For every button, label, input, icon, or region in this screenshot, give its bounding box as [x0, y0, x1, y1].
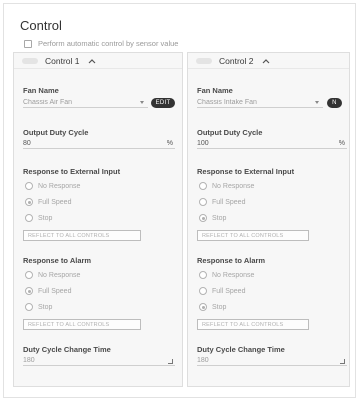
control-1-toggle-pill[interactable]: [22, 57, 38, 64]
chevron-up-icon[interactable]: [87, 56, 97, 66]
radio-circle-selected[interactable]: [199, 303, 207, 311]
edit-badge-button[interactable]: EDIT: [151, 98, 175, 108]
duty-change-time-input[interactable]: 180: [197, 355, 347, 366]
chevron-up-icon[interactable]: [261, 56, 271, 66]
radio-label: No Response: [212, 271, 255, 279]
radio-label: Full Speed: [38, 287, 72, 295]
output-duty-value: 100: [197, 139, 209, 147]
external-radio-stop[interactable]: Stop: [199, 214, 226, 222]
external-radio-no-response[interactable]: No Response: [25, 182, 80, 190]
auto-control-row[interactable]: Perform automatic control by sensor valu…: [24, 39, 178, 48]
resize-handle-icon[interactable]: [168, 359, 173, 364]
radio-circle-selected[interactable]: [199, 214, 207, 222]
external-radio-stop[interactable]: Stop: [25, 214, 52, 222]
radio-label: No Response: [212, 182, 255, 190]
duty-change-time-value: 180: [23, 356, 35, 364]
external-input-label: Response to External Input: [23, 167, 121, 176]
duty-change-time-value: 180: [197, 356, 209, 364]
auto-control-checkbox[interactable]: [24, 39, 32, 48]
section-title: Control: [20, 18, 62, 33]
output-duty-value: 80: [23, 139, 31, 147]
radio-label: Stop: [212, 214, 227, 222]
radio-circle-selected[interactable]: [25, 287, 33, 295]
duty-change-time-input[interactable]: 180: [23, 355, 175, 366]
resize-handle-icon[interactable]: [340, 359, 345, 364]
external-apply-all-button[interactable]: REFLECT TO ALL CONTROLS: [23, 230, 141, 241]
alarm-response-label: Response to Alarm: [197, 256, 266, 265]
chevron-down-icon: [140, 100, 144, 104]
radio-label: Stop: [212, 303, 227, 311]
output-duty-label: Output Duty Cycle: [23, 128, 89, 137]
control-2-header[interactable]: Control 2: [188, 53, 349, 69]
alarm-radio-full-speed[interactable]: Full Speed: [25, 287, 71, 295]
radio-label: No Response: [38, 271, 81, 279]
alarm-radio-stop[interactable]: Stop: [199, 303, 226, 311]
output-duty-label: Output Duty Cycle: [197, 128, 263, 137]
control-2-toggle-pill[interactable]: [196, 57, 212, 64]
radio-circle[interactable]: [199, 182, 207, 190]
output-duty-unit: %: [166, 139, 173, 147]
alarm-radio-no-response[interactable]: No Response: [25, 271, 80, 279]
radio-circle[interactable]: [199, 271, 207, 279]
alarm-radio-no-response[interactable]: No Response: [199, 271, 254, 279]
alarm-radio-full-speed[interactable]: Full Speed: [199, 287, 245, 295]
radio-circle[interactable]: [25, 271, 33, 279]
fan-name-label: Fan Name: [23, 86, 59, 95]
control-1-header[interactable]: Control 1: [14, 53, 182, 69]
control-2-panel: Control 2 Fan Name Chassis Intake Fan N …: [187, 52, 350, 387]
output-duty-unit: %: [338, 139, 345, 147]
auto-control-label: Perform automatic control by sensor valu…: [38, 39, 179, 48]
radio-label: Stop: [38, 303, 53, 311]
radio-label: Full Speed: [38, 198, 72, 206]
fan-name-select[interactable]: Chassis Intake Fan: [197, 97, 323, 108]
radio-circle[interactable]: [25, 182, 33, 190]
radio-label: No Response: [38, 182, 81, 190]
fan-name-value: Chassis Intake Fan: [197, 98, 257, 106]
radio-label: Stop: [38, 214, 53, 222]
external-input-label: Response to External Input: [197, 167, 295, 176]
external-apply-all-button[interactable]: REFLECT TO ALL CONTROLS: [197, 230, 309, 241]
external-radio-no-response[interactable]: No Response: [199, 182, 254, 190]
radio-circle[interactable]: [25, 214, 33, 222]
alarm-response-label: Response to Alarm: [23, 256, 92, 265]
control-1-panel: Control 1 Fan Name Chassis Air Fan EDIT …: [13, 52, 183, 387]
chevron-down-icon: [315, 100, 319, 104]
fan-name-value: Chassis Air Fan: [23, 98, 73, 106]
radio-circle[interactable]: [199, 287, 207, 295]
control-2-title: Control 2: [219, 55, 254, 66]
fan-name-select[interactable]: Chassis Air Fan: [23, 97, 148, 108]
alarm-apply-all-button[interactable]: REFLECT TO ALL CONTROLS: [23, 319, 141, 330]
radio-circle[interactable]: [199, 198, 207, 206]
edit-badge-button[interactable]: N: [327, 98, 342, 108]
fan-name-label: Fan Name: [197, 86, 233, 95]
control-1-title: Control 1: [45, 55, 80, 66]
output-duty-input[interactable]: 80 %: [23, 138, 175, 149]
radio-label: Full Speed: [212, 287, 246, 295]
alarm-apply-all-button[interactable]: REFLECT TO ALL CONTROLS: [197, 319, 309, 330]
external-radio-full-speed[interactable]: Full Speed: [25, 198, 71, 206]
duty-change-time-label: Duty Cycle Change Time: [197, 345, 285, 354]
radio-label: Full Speed: [212, 198, 246, 206]
radio-circle-selected[interactable]: [25, 198, 33, 206]
alarm-radio-stop[interactable]: Stop: [25, 303, 52, 311]
duty-change-time-label: Duty Cycle Change Time: [23, 345, 111, 354]
radio-circle[interactable]: [25, 303, 33, 311]
output-duty-input[interactable]: 100 %: [197, 138, 347, 149]
external-radio-full-speed[interactable]: Full Speed: [199, 198, 245, 206]
